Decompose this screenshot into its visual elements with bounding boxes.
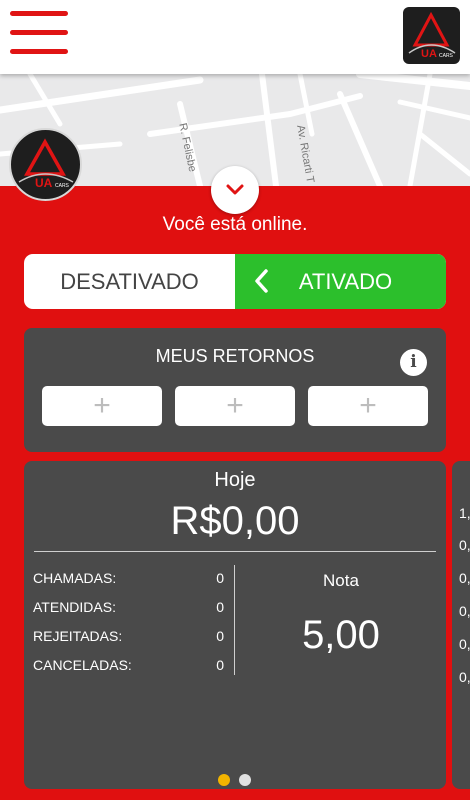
logo-text: UA — [35, 176, 53, 190]
chevron-down-icon — [226, 184, 244, 195]
return-slot-2[interactable]: + — [175, 386, 295, 426]
pager-dot-1[interactable] — [218, 774, 230, 786]
peek-value: 1, — [459, 505, 470, 521]
today-stats-card[interactable]: Hoje R$0,00 CHAMADAS: 0 ATENDIDAS: 0 REJ… — [24, 461, 446, 789]
stat-label-atendidas: ATENDIDAS: — [33, 599, 116, 615]
logo-subtext: CARS — [55, 183, 70, 189]
stat-value-chamadas: 0 — [216, 570, 224, 586]
toggle-off-option[interactable]: DESATIVADO — [24, 254, 235, 309]
return-slot-3[interactable]: + — [308, 386, 428, 426]
stat-label-chamadas: CHAMADAS: — [33, 570, 117, 586]
hamburger-menu-icon[interactable] — [10, 11, 70, 57]
peek-value: 0, — [459, 570, 470, 586]
stat-value-rejeitadas: 0 — [216, 628, 224, 644]
peek-value: 0, — [459, 669, 470, 685]
peek-value: 0, — [459, 636, 470, 652]
stat-label-rejeitadas: REJEITADAS: — [33, 628, 123, 644]
toggle-on-option[interactable]: ATIVADO — [235, 254, 446, 309]
map-brand-logo: UA CARS — [9, 128, 82, 201]
divider — [234, 565, 235, 675]
logo-subtext: CARS — [439, 53, 454, 59]
top-bar: UA CARS — [0, 0, 470, 74]
today-amount: R$0,00 — [170, 499, 300, 543]
returns-title: MEUS RETORNOS — [155, 346, 315, 366]
peek-value: 0, — [459, 603, 470, 619]
peek-value: 0, — [459, 537, 470, 553]
stat-value-canceladas: 0 — [216, 657, 224, 673]
pager-dot-2[interactable] — [239, 774, 251, 786]
availability-toggle[interactable]: DESATIVADO ATIVADO — [24, 254, 446, 309]
rating-label: Nota — [323, 571, 359, 590]
toggle-on-label: ATIVADO — [298, 268, 393, 294]
collapse-panel-button[interactable] — [211, 166, 259, 214]
returns-card: MEUS RETORNOS i + + + — [24, 328, 446, 452]
next-stats-card-peek[interactable]: 1, 0, 0, 0, 0, 0, — [452, 461, 470, 789]
logo-text: UA — [421, 48, 437, 60]
stat-label-canceladas: CANCELADAS: — [33, 657, 132, 673]
rating-value: 5,00 — [302, 613, 380, 657]
return-slot-1[interactable]: + — [42, 386, 162, 426]
online-status-text: Você está online. — [162, 214, 308, 235]
stat-value-atendidas: 0 — [216, 599, 224, 615]
brand-logo: UA CARS — [403, 7, 460, 64]
info-icon[interactable]: i — [400, 349, 427, 376]
divider — [34, 551, 436, 552]
today-title: Hoje — [214, 469, 256, 491]
